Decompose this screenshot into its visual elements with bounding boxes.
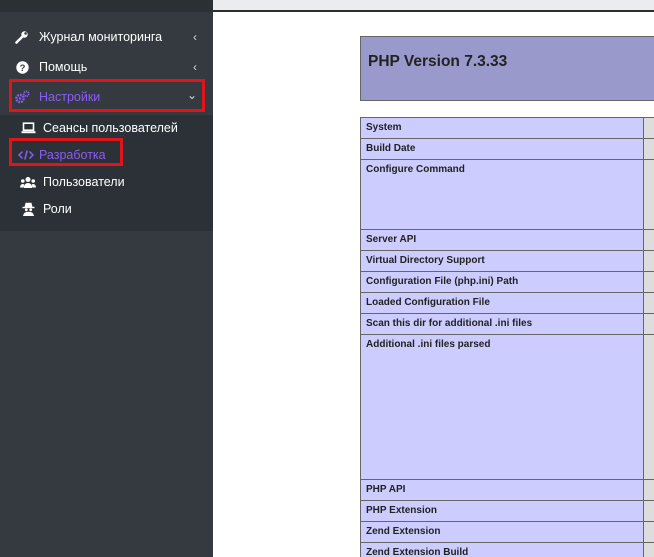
table-key: Zend Extension [360, 521, 644, 543]
sidebar-item-label: Журнал мониторинга [39, 30, 163, 44]
table-row: Build Date [360, 138, 654, 160]
table-row: Scan this dir for additional .ini files [360, 313, 654, 335]
table-key: Build Date [360, 138, 644, 160]
table-key: Zend Extension Build [360, 542, 644, 557]
sidebar-item-roles[interactable]: Роли [0, 196, 213, 222]
table-value [643, 542, 654, 557]
table-key: PHP Extension [360, 500, 644, 522]
question-circle-icon: ? [14, 59, 30, 75]
table-value [643, 250, 654, 272]
laptop-icon [20, 120, 36, 136]
table-row: System [360, 117, 654, 139]
sidebar: Журнал мониторинга ‹ ? Помощь ‹ Настройк… [0, 0, 213, 557]
table-value [643, 334, 654, 480]
table-key: Server API [360, 229, 644, 251]
sidebar-item-settings[interactable]: Настройки ⌄ [0, 84, 213, 110]
sidebar-item-users[interactable]: Пользователи [0, 169, 213, 195]
table-key: Scan this dir for additional .ini files [360, 313, 644, 335]
main-content: PHP Version 7.3.33 System Build Date Con… [213, 0, 654, 557]
user-secret-icon [20, 201, 36, 217]
table-key: Configure Command [360, 159, 644, 230]
table-row: PHP Extension [360, 500, 654, 522]
table-value [643, 271, 654, 293]
table-row: Zend Extension [360, 521, 654, 543]
table-key: Virtual Directory Support [360, 250, 644, 272]
table-row: Zend Extension Build [360, 542, 654, 557]
table-key: Loaded Configuration File [360, 292, 644, 314]
table-key: Configuration File (php.ini) Path [360, 271, 644, 293]
table-value [643, 117, 654, 139]
chevron-left-icon: ‹ [193, 30, 197, 44]
table-row: Server API [360, 229, 654, 251]
main-top-strip [213, 0, 654, 12]
users-icon [20, 174, 36, 190]
sidebar-item-label: Помощь [39, 60, 88, 74]
code-icon [18, 147, 34, 163]
screen: Журнал мониторинга ‹ ? Помощь ‹ Настройк… [0, 0, 654, 557]
table-key: Additional .ini files parsed [360, 334, 644, 480]
table-key: PHP API [360, 479, 644, 501]
sidebar-item-user-sessions[interactable]: Сеансы пользователей [0, 115, 213, 141]
php-version-header: PHP Version 7.3.33 [360, 36, 654, 101]
sidebar-item-monitoring-log[interactable]: Журнал мониторинга ‹ [0, 24, 213, 50]
table-value [643, 292, 654, 314]
sidebar-item-label: Пользователи [43, 175, 125, 189]
sidebar-item-label: Разработка [39, 148, 106, 162]
table-row: Additional .ini files parsed [360, 334, 654, 480]
svg-text:?: ? [19, 63, 25, 74]
cogs-icon [14, 89, 30, 105]
table-row: Configuration File (php.ini) Path [360, 271, 654, 293]
sidebar-item-label: Роли [43, 202, 72, 216]
table-value [643, 159, 654, 230]
sidebar-item-label: Настройки [39, 90, 101, 104]
sidebar-item-development[interactable]: Разработка [0, 142, 213, 168]
table-row: Loaded Configuration File [360, 292, 654, 314]
table-value [643, 313, 654, 335]
phpinfo-table: System Build Date Configure Command Serv… [360, 117, 654, 557]
table-key: System [360, 117, 644, 139]
table-row: Configure Command [360, 159, 654, 230]
table-value [643, 479, 654, 501]
table-value [643, 521, 654, 543]
chevron-down-icon: ⌄ [186, 88, 197, 102]
wrench-icon [14, 29, 30, 45]
sidebar-item-help[interactable]: ? Помощь ‹ [0, 54, 213, 80]
sidebar-top-strip [0, 0, 213, 12]
chevron-left-icon: ‹ [193, 60, 197, 74]
sidebar-item-label: Сеансы пользователей [43, 121, 178, 135]
page-title: PHP Version 7.3.33 [368, 53, 508, 70]
table-value [643, 138, 654, 160]
table-value [643, 500, 654, 522]
table-row: Virtual Directory Support [360, 250, 654, 272]
table-row: PHP API [360, 479, 654, 501]
table-value [643, 229, 654, 251]
